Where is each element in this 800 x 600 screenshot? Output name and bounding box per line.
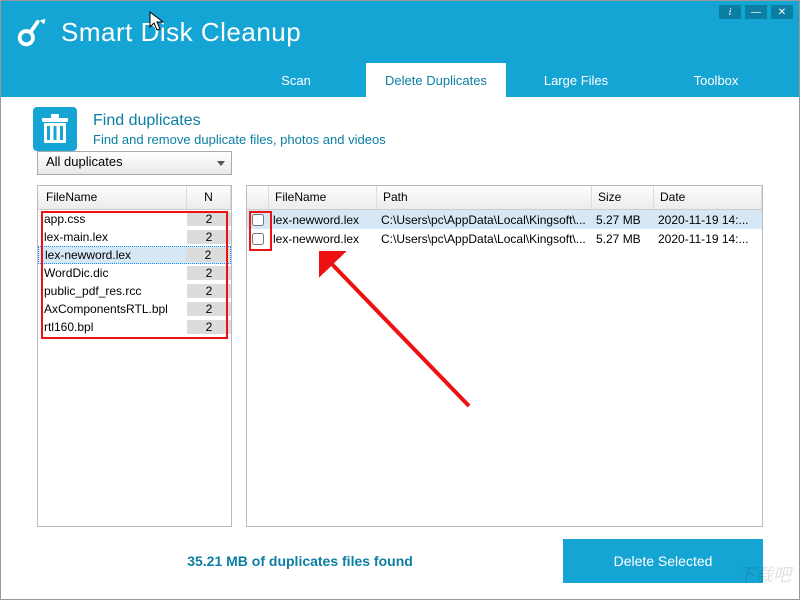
files-header: FileName Path Size Date (247, 186, 762, 210)
group-row[interactable]: lex-newword.lex2 (38, 246, 231, 264)
group-row[interactable]: lex-main.lex2 (38, 228, 231, 246)
main-tabs: Scan Delete Duplicates Large Files Toolb… (1, 63, 799, 97)
col-path[interactable]: Path (377, 186, 592, 209)
app-title: Smart Disk Cleanup (61, 17, 301, 48)
trash-icon (33, 107, 77, 151)
app-window: Smart Disk Cleanup i — ✕ Scan Delete Dup… (0, 0, 800, 600)
col-count[interactable]: N (187, 186, 231, 209)
file-checkbox[interactable] (252, 214, 264, 226)
filter-dropdown[interactable]: All duplicates (37, 151, 232, 175)
col-filename[interactable]: FileName (38, 186, 187, 209)
duplicates-groups-panel: FileName N app.css2 lex-main.lex2 lex-ne… (37, 185, 232, 527)
col-size[interactable]: Size (592, 186, 654, 209)
content-area: All duplicates FileName N app.css2 lex-m… (37, 151, 763, 527)
groups-header: FileName N (38, 186, 231, 210)
info-button[interactable]: i (719, 5, 741, 19)
status-text: 35.21 MB of duplicates files found (37, 553, 563, 569)
group-row[interactable]: rtl160.bpl2 (38, 318, 231, 336)
group-row[interactable]: app.css2 (38, 210, 231, 228)
footer: 35.21 MB of duplicates files found Delet… (37, 537, 763, 585)
minimize-button[interactable]: — (745, 5, 767, 19)
cursor-icon (149, 11, 167, 33)
col-date[interactable]: Date (654, 186, 762, 209)
tab-scan[interactable]: Scan (226, 63, 366, 97)
section-title: Find duplicates (93, 112, 386, 130)
file-checkbox[interactable] (252, 233, 264, 245)
tab-large-files[interactable]: Large Files (506, 63, 646, 97)
tab-delete-duplicates[interactable]: Delete Duplicates (366, 63, 506, 97)
group-row[interactable]: WordDic.dic2 (38, 264, 231, 282)
file-row[interactable]: lex-newword.lex C:\Users\pc\AppData\Loca… (247, 229, 762, 248)
duplicate-files-panel: FileName Path Size Date lex-newword.lex … (246, 185, 763, 527)
close-button[interactable]: ✕ (771, 5, 793, 19)
window-controls: i — ✕ (719, 5, 793, 19)
file-row[interactable]: lex-newword.lex C:\Users\pc\AppData\Loca… (247, 210, 762, 229)
delete-selected-button[interactable]: Delete Selected (563, 539, 763, 583)
group-row[interactable]: public_pdf_res.rcc2 (38, 282, 231, 300)
tab-toolbox[interactable]: Toolbox (646, 63, 786, 97)
titlebar: Smart Disk Cleanup (1, 1, 799, 63)
app-logo-icon (13, 13, 51, 51)
col-checkbox[interactable] (247, 186, 269, 209)
col-filename[interactable]: FileName (269, 186, 377, 209)
group-row[interactable]: AxComponentsRTL.bpl2 (38, 300, 231, 318)
section-subtitle: Find and remove duplicate files, photos … (93, 132, 386, 147)
